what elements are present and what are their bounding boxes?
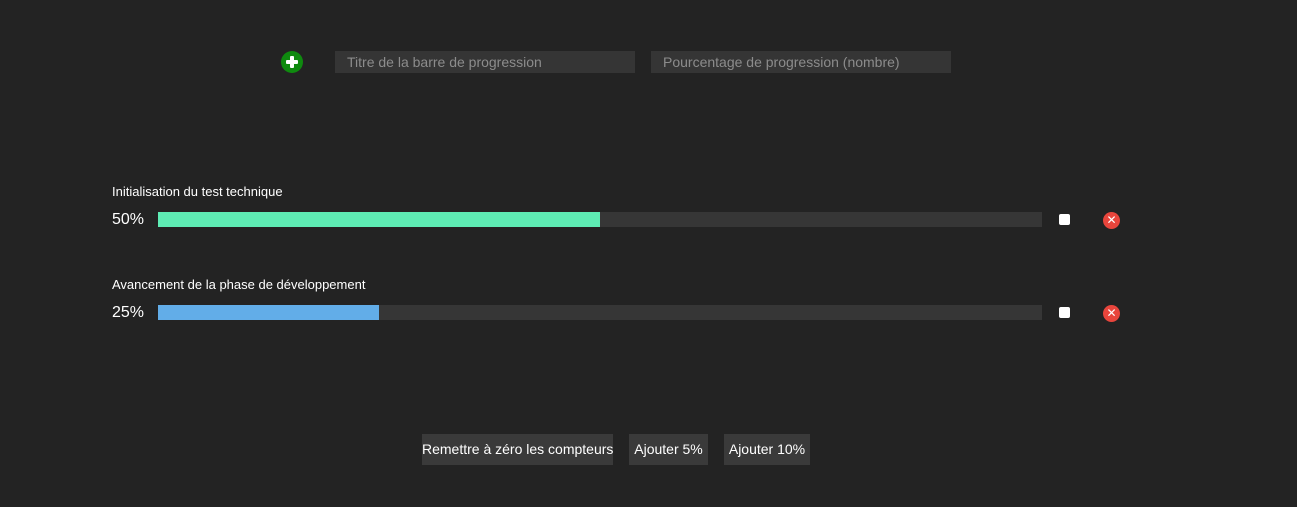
delete-icon[interactable]: ✕ [1103, 305, 1120, 322]
bar-percent-input[interactable] [651, 51, 951, 73]
progress-track [158, 212, 1042, 227]
progress-fill [158, 305, 379, 320]
progress-row: Initialisation du test technique 50% ✕ [112, 184, 1132, 232]
select-checkbox[interactable] [1059, 214, 1070, 225]
progress-track [158, 305, 1042, 320]
add-10-percent-button[interactable]: Ajouter 10% [724, 434, 810, 465]
progress-row: Avancement de la phase de développement … [112, 277, 1132, 325]
bar-title-input[interactable] [335, 51, 635, 73]
progress-fill [158, 212, 600, 227]
add-5-percent-button[interactable]: Ajouter 5% [629, 434, 708, 465]
progress-percent: 50% [112, 211, 145, 228]
delete-icon[interactable]: ✕ [1103, 212, 1120, 229]
reset-counters-button[interactable]: Remettre à zéro les compteurs [422, 434, 613, 465]
select-checkbox[interactable] [1059, 307, 1070, 318]
progress-title: Avancement de la phase de développement [112, 277, 366, 292]
progress-percent: 25% [112, 304, 145, 321]
add-bar-button[interactable] [281, 51, 303, 73]
progress-title: Initialisation du test technique [112, 184, 283, 199]
